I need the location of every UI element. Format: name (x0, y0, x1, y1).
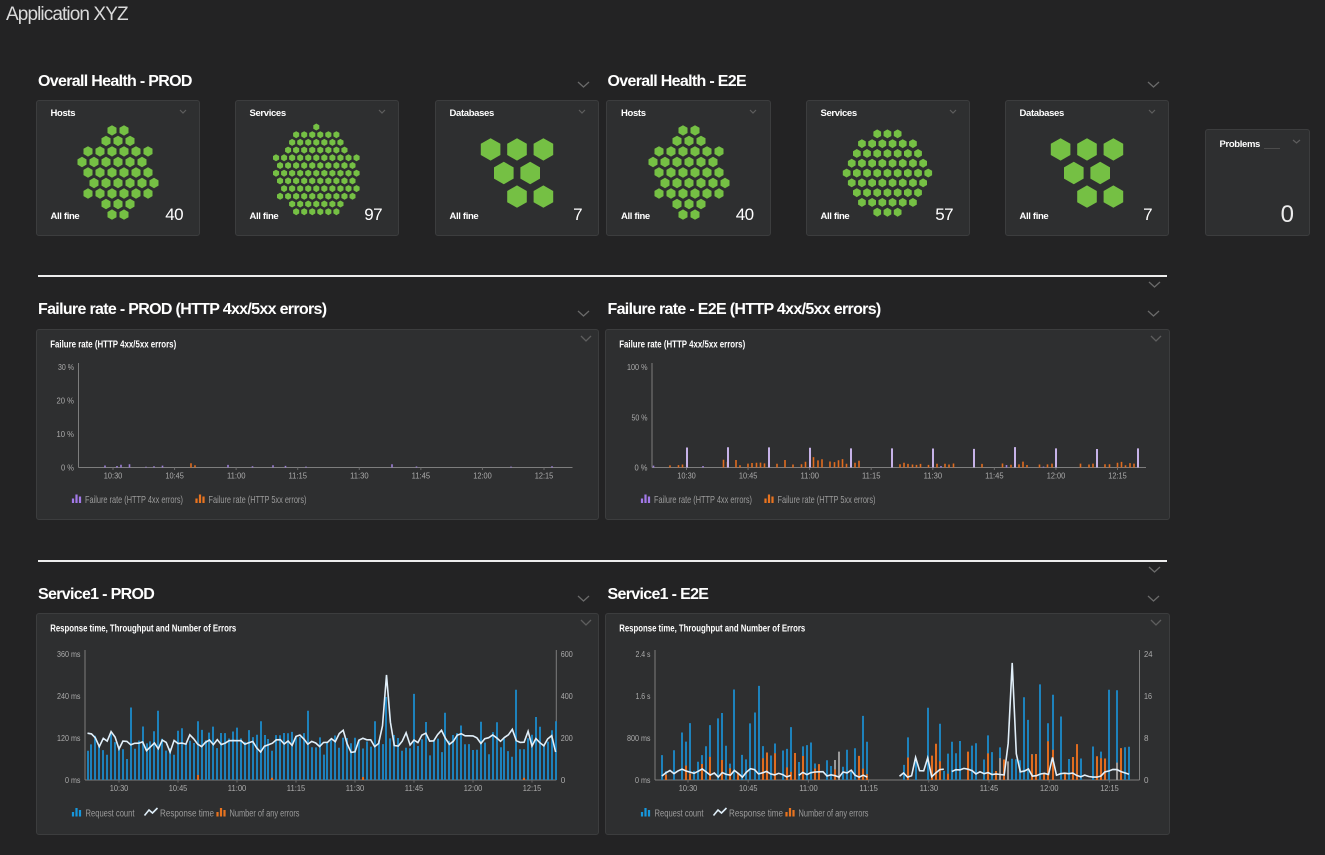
svg-text:10:45: 10:45 (165, 470, 184, 480)
svg-text:30 %: 30 % (58, 362, 74, 372)
svg-text:Failure rate (HTTP 4xx errors): Failure rate (HTTP 4xx errors) (85, 494, 183, 506)
svg-text:12:00: 12:00 (1047, 470, 1066, 480)
svg-text:11:15: 11:15 (288, 470, 307, 480)
svg-text:20 %: 20 % (56, 395, 74, 405)
svg-text:11:45: 11:45 (404, 783, 423, 793)
svg-text:600: 600 (560, 649, 572, 659)
svg-text:11:00: 11:00 (226, 470, 245, 480)
svg-text:0 %: 0 % (635, 462, 648, 472)
svg-text:0 ms: 0 ms (635, 775, 651, 785)
svg-text:11:45: 11:45 (980, 783, 999, 793)
svg-text:11:15: 11:15 (286, 783, 305, 793)
svg-text:16: 16 (1144, 691, 1152, 701)
svg-text:400: 400 (560, 691, 572, 701)
svg-text:Response time, Throughput and: Response time, Throughput and Number of … (619, 624, 805, 635)
svg-text:0: 0 (560, 775, 565, 785)
svg-text:800 ms: 800 ms (627, 733, 651, 743)
svg-text:11:45: 11:45 (411, 470, 430, 480)
svg-text:Request count: Request count (85, 808, 134, 820)
svg-text:100 %: 100 % (627, 362, 648, 372)
svg-text:Response time: Response time (160, 808, 214, 820)
svg-text:Request count: Request count (655, 808, 704, 820)
svg-text:240 ms: 240 ms (57, 691, 81, 701)
svg-text:11:30: 11:30 (345, 783, 364, 793)
svg-text:12:00: 12:00 (473, 470, 492, 480)
svg-text:11:00: 11:00 (227, 783, 246, 793)
svg-text:11:45: 11:45 (985, 470, 1004, 480)
svg-text:10:45: 10:45 (168, 783, 187, 793)
svg-text:12:00: 12:00 (463, 783, 482, 793)
svg-text:12:15: 12:15 (534, 470, 553, 480)
svg-text:Number of any errors: Number of any errors (799, 808, 869, 820)
svg-text:10:45: 10:45 (739, 470, 758, 480)
svg-text:8: 8 (1144, 733, 1149, 743)
svg-text:Failure rate (HTTP 5xx errors): Failure rate (HTTP 5xx errors) (208, 494, 306, 506)
svg-text:Number of any errors: Number of any errors (229, 808, 299, 820)
svg-text:10:30: 10:30 (103, 470, 122, 480)
svg-text:120 ms: 120 ms (57, 733, 81, 743)
svg-text:10:30: 10:30 (109, 783, 128, 793)
svg-text:11:30: 11:30 (924, 470, 943, 480)
svg-text:0 ms: 0 ms (65, 775, 81, 785)
svg-text:Failure rate (HTTP 4xx/5xx err: Failure rate (HTTP 4xx/5xx errors) (50, 339, 176, 350)
svg-text:11:00: 11:00 (799, 783, 818, 793)
svg-text:0: 0 (1144, 775, 1149, 785)
svg-text:11:30: 11:30 (350, 470, 369, 480)
svg-text:12:15: 12:15 (1108, 470, 1127, 480)
svg-text:Failure rate (HTTP 4xx/5xx err: Failure rate (HTTP 4xx/5xx errors) (619, 339, 745, 350)
svg-text:12:15: 12:15 (522, 783, 541, 793)
svg-text:200: 200 (560, 733, 572, 743)
svg-text:11:00: 11:00 (800, 470, 819, 480)
svg-text:12:15: 12:15 (1100, 783, 1119, 793)
svg-text:Failure rate (HTTP 4xx errors): Failure rate (HTTP 4xx errors) (654, 494, 752, 506)
svg-text:10:30: 10:30 (677, 470, 696, 480)
svg-text:11:15: 11:15 (862, 470, 881, 480)
svg-text:Response time: Response time (729, 808, 783, 820)
svg-text:24: 24 (1144, 649, 1153, 659)
svg-text:0 %: 0 % (61, 462, 74, 472)
svg-text:11:15: 11:15 (859, 783, 878, 793)
svg-text:50 %: 50 % (632, 412, 648, 422)
svg-text:1.6 s: 1.6 s (636, 691, 651, 701)
svg-text:Failure rate (HTTP 5xx errors): Failure rate (HTTP 5xx errors) (778, 494, 876, 506)
svg-text:Response time, Throughput and: Response time, Throughput and Number of … (50, 624, 236, 635)
svg-text:10:30: 10:30 (679, 783, 698, 793)
svg-text:10:45: 10:45 (739, 783, 758, 793)
svg-text:360 ms: 360 ms (57, 649, 81, 659)
svg-text:12:00: 12:00 (1040, 783, 1059, 793)
svg-text:10 %: 10 % (56, 429, 74, 439)
svg-text:11:30: 11:30 (920, 783, 939, 793)
svg-text:2.4 s: 2.4 s (636, 649, 651, 659)
